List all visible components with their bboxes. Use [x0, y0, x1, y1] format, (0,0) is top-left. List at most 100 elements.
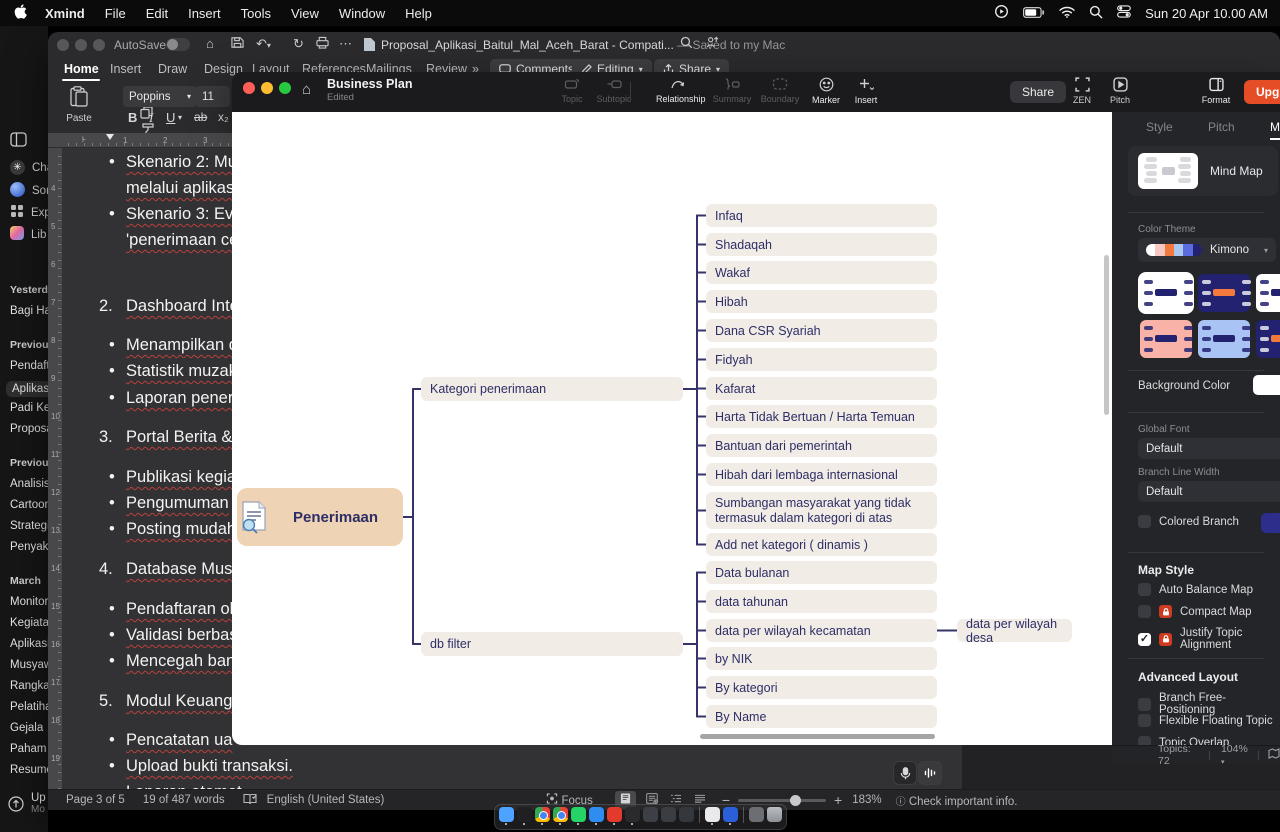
apple-menu-icon[interactable]	[0, 4, 35, 22]
tool-insert-button[interactable]: Insert	[844, 77, 888, 105]
colored-branch-row[interactable]: Colored Branch	[1138, 515, 1239, 528]
menu-item-help[interactable]: Help	[395, 6, 442, 21]
battery-icon[interactable]	[1023, 6, 1045, 21]
canvas-horizontal-scrollbar[interactable]	[700, 734, 935, 739]
checkbox[interactable]	[1138, 605, 1151, 618]
screen-record-icon[interactable]	[994, 4, 1009, 22]
dock-app-minimized-doc[interactable]	[749, 807, 764, 822]
menu-item-tools[interactable]: Tools	[231, 6, 281, 21]
ribbon-tab-insert[interactable]: Insert	[110, 62, 141, 76]
canvas-vertical-scrollbar[interactable]	[1104, 255, 1109, 415]
sidebar-nav-sora-icon[interactable]: Sor	[10, 182, 48, 200]
dock-app-finder[interactable]	[499, 807, 514, 822]
checkbox[interactable]: ✓	[1138, 633, 1151, 646]
panel-tab-map[interactable]: Map	[1270, 120, 1280, 140]
mindmap-canvas[interactable]: PenerimaanKategori penerimaandb filterIn…	[232, 112, 1112, 745]
subtopic[interactable]: by NIK	[706, 647, 937, 670]
share-doc-icon[interactable]	[706, 36, 720, 52]
subtopic[interactable]: data per wilayah desa	[957, 619, 1072, 642]
theme-thumbnail[interactable]	[1198, 274, 1250, 312]
map-style-option[interactable]: Compact Map	[1138, 605, 1252, 618]
sidebar-chat-item[interactable]: Pendafta	[10, 360, 48, 372]
menu-item-window[interactable]: Window	[329, 6, 395, 21]
global-font-select[interactable]: Default	[1138, 438, 1280, 459]
menubar-clock[interactable]: Sun 20 Apr 10.00 AM	[1145, 6, 1268, 21]
subtopic[interactable]: Add net kategori ( dinamis )	[706, 533, 937, 556]
search-icon[interactable]	[680, 36, 693, 52]
zoom-button[interactable]	[279, 82, 291, 94]
panel-tab-style[interactable]: Style	[1146, 120, 1173, 134]
subtopic[interactable]: Hibah	[706, 290, 937, 313]
menu-item-xmind[interactable]: Xmind	[35, 6, 95, 21]
sidebar-chat-item[interactable]: Resume	[10, 764, 48, 776]
dictation-wave-button[interactable]	[918, 761, 942, 785]
subtopic[interactable]: Fidyah	[706, 348, 937, 371]
font-name-select[interactable]: Poppins▾	[123, 86, 197, 107]
save-icon[interactable]	[231, 36, 244, 52]
dock-app-notes[interactable]	[705, 807, 720, 822]
subtopic[interactable]: Harta Tidak Bertuan / Harta Temuan	[706, 405, 937, 428]
control-center-icon[interactable]	[1117, 5, 1131, 21]
theme-thumbnail[interactable]	[1140, 274, 1192, 312]
subtopic[interactable]: Dana CSR Syariah	[706, 319, 937, 342]
tool-marker-button[interactable]: Marker	[804, 77, 848, 105]
dock-app-trash[interactable]	[767, 807, 782, 822]
upgrade-button[interactable]: Upgrade	[1244, 80, 1280, 104]
theme-thumbnail[interactable]	[1198, 320, 1250, 358]
map-style-option[interactable]: Auto Balance Map	[1138, 583, 1253, 596]
menu-item-edit[interactable]: Edit	[136, 6, 178, 21]
dock-app-acrobat[interactable]	[607, 807, 622, 822]
sidebar-chat-item[interactable]: Paham A	[10, 743, 48, 755]
close-button[interactable]	[243, 82, 255, 94]
ribbon-tab-home[interactable]: Home	[64, 62, 99, 76]
sidebar-nav-library-icon[interactable]: Lib	[10, 226, 46, 243]
sidebar-chat-item[interactable]: Kegiatan	[10, 617, 48, 629]
sidebar-chat-item[interactable]: Aplikasi	[10, 638, 48, 650]
subtopic[interactable]: By kategori	[706, 676, 937, 699]
dock-app-clock[interactable]	[679, 807, 694, 822]
subtopic[interactable]: Wakaf	[706, 261, 937, 284]
checkbox[interactable]	[1138, 698, 1151, 711]
color-theme-select[interactable]: Kimono ▾	[1138, 238, 1276, 262]
sidebar-chat-item[interactable]: Aplikasi	[6, 381, 48, 397]
italic-button[interactable]: I	[149, 110, 153, 126]
colored-branch-checkbox[interactable]	[1138, 515, 1151, 528]
sidebar-chat-item[interactable]: Pelatiha	[10, 701, 48, 713]
dock-app-chatgpt[interactable]	[517, 807, 532, 822]
tool-relationship-button[interactable]: Relationship	[656, 77, 700, 104]
dock-app-folder[interactable]	[643, 807, 658, 822]
undo-icon[interactable]: ↶▾	[256, 36, 271, 52]
ribbon-tab-draw[interactable]: Draw	[158, 62, 187, 76]
branch-topic-kategori[interactable]: Kategori penerimaan	[421, 377, 683, 401]
microphone-button[interactable]	[893, 761, 917, 785]
paste-button[interactable]: Paste	[62, 86, 96, 124]
background-color-swatch[interactable]	[1253, 375, 1280, 395]
home-icon[interactable]: ⌂	[206, 36, 214, 51]
theme-thumbnail[interactable]	[1140, 320, 1192, 358]
format-button[interactable]: Format	[1194, 77, 1238, 105]
zoom-slider[interactable]	[738, 799, 826, 802]
sidebar-chat-item[interactable]: Penyakit	[10, 541, 48, 553]
menu-item-insert[interactable]: Insert	[178, 6, 231, 21]
sidebar-chat-item[interactable]: Rangkai	[10, 680, 48, 692]
pitch-button[interactable]: Pitch	[1098, 77, 1142, 105]
sidebar-chat-item[interactable]: Strategi	[10, 520, 48, 532]
dock-app-photo-booth[interactable]	[661, 807, 676, 822]
vertical-ruler[interactable]: 4567891011121314151617181920	[48, 148, 62, 790]
structure-card[interactable]: Mind Map	[1128, 146, 1278, 196]
menu-item-view[interactable]: View	[281, 6, 329, 21]
print-icon[interactable]	[316, 36, 329, 52]
sidebar-chat-item[interactable]: Musyaw	[10, 659, 48, 671]
strikethrough-button[interactable]: ab	[194, 110, 207, 124]
subtopic[interactable]: By Name	[706, 705, 937, 728]
subtopic[interactable]: Infaq	[706, 204, 937, 227]
sidebar-nav-chatgpt-logo[interactable]: ✳Cha	[10, 160, 48, 175]
sidebar-chat-item[interactable]: Gejala	[10, 722, 43, 734]
subtopic[interactable]: Sumbangan masyarakat yang tidak termasuk…	[706, 492, 937, 529]
indent-marker[interactable]	[106, 134, 114, 140]
advanced-layout-option[interactable]: Flexible Floating Topic	[1138, 714, 1273, 727]
sidebar-chat-item[interactable]: Proposa	[10, 423, 48, 435]
minimize-button[interactable]	[261, 82, 273, 94]
subtopic[interactable]: data per wilayah kecamatan	[706, 619, 937, 642]
theme-thumbnail[interactable]	[1256, 274, 1280, 312]
